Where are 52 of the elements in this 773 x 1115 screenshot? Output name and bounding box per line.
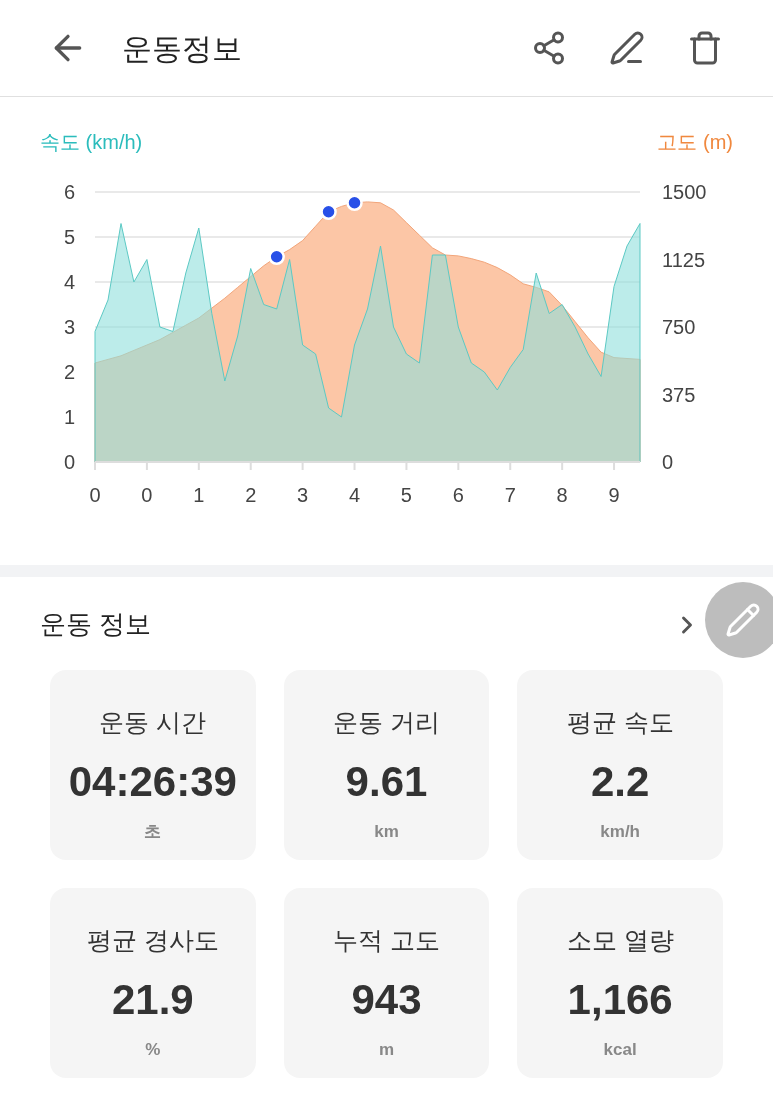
x-tick-label: 8 xyxy=(556,484,568,506)
stat-value: 9.61 xyxy=(345,756,428,807)
y-tick-label: 1 xyxy=(63,406,75,428)
y-tick-label: 1500 xyxy=(662,181,707,203)
pencil-icon xyxy=(725,602,761,638)
y-tick-label: 6 xyxy=(63,181,75,203)
x-tick-label: 4 xyxy=(348,484,361,506)
y-tick-label: 0 xyxy=(63,451,75,473)
photo-marker[interactable] xyxy=(268,248,285,266)
y-tick-label: 3 xyxy=(63,316,75,338)
stat-unit: km/h xyxy=(600,820,640,843)
stat-label: 운동 시간 xyxy=(99,707,207,738)
stat-unit: km xyxy=(374,820,399,843)
x-tick-label: 5 xyxy=(400,484,412,506)
photo-marker[interactable] xyxy=(346,194,363,212)
stat-label: 운동 거리 xyxy=(333,707,440,738)
x-tick-label: 0 xyxy=(89,484,101,506)
stat-unit: m xyxy=(378,1038,395,1061)
x-tick-label: 9 xyxy=(608,484,620,506)
x-tick-label: 2 xyxy=(245,484,257,506)
axis-title: 고도 (m) xyxy=(657,130,733,153)
share-icon[interactable] xyxy=(531,30,567,66)
x-tick-label: 1 xyxy=(193,484,205,506)
stat-label: 소모 열량 xyxy=(566,925,674,956)
stat-unit: 초 xyxy=(144,820,162,843)
y-tick-label: 0 xyxy=(662,451,674,473)
y-tick-label: 375 xyxy=(662,383,696,406)
stat-label: 평균 경사도 xyxy=(86,925,219,956)
edit-icon[interactable] xyxy=(609,30,645,66)
axis-title: 속도 (km/h) xyxy=(40,130,143,153)
stat-label: 누적 고도 xyxy=(333,925,440,956)
y-tick-label: 5 xyxy=(63,226,75,248)
x-tick-label: 0 xyxy=(141,484,153,506)
stat-value: 04:26:39 xyxy=(68,756,237,807)
delete-icon[interactable] xyxy=(687,30,723,66)
y-tick-label: 4 xyxy=(63,271,75,293)
stat-value: 2.2 xyxy=(590,756,650,807)
y-tick-label: 2 xyxy=(63,361,75,383)
stat-unit: kcal xyxy=(603,1038,637,1061)
stat-label: 평균 속도 xyxy=(566,707,674,738)
stat-value: 21.9 xyxy=(111,974,194,1025)
page-title: 운동정보 xyxy=(122,30,242,67)
photo-marker[interactable] xyxy=(320,203,337,221)
y-tick-label: 750 xyxy=(662,316,696,338)
x-tick-label: 3 xyxy=(297,484,309,506)
stat-unit: % xyxy=(145,1038,161,1061)
x-tick-label: 6 xyxy=(452,484,464,506)
x-tick-label: 7 xyxy=(504,484,516,506)
stat-value: 1,166 xyxy=(567,974,673,1025)
y-tick-label: 1125 xyxy=(662,248,705,271)
stat-value: 943 xyxy=(351,974,422,1025)
section-title: 운동 정보 xyxy=(40,608,152,641)
